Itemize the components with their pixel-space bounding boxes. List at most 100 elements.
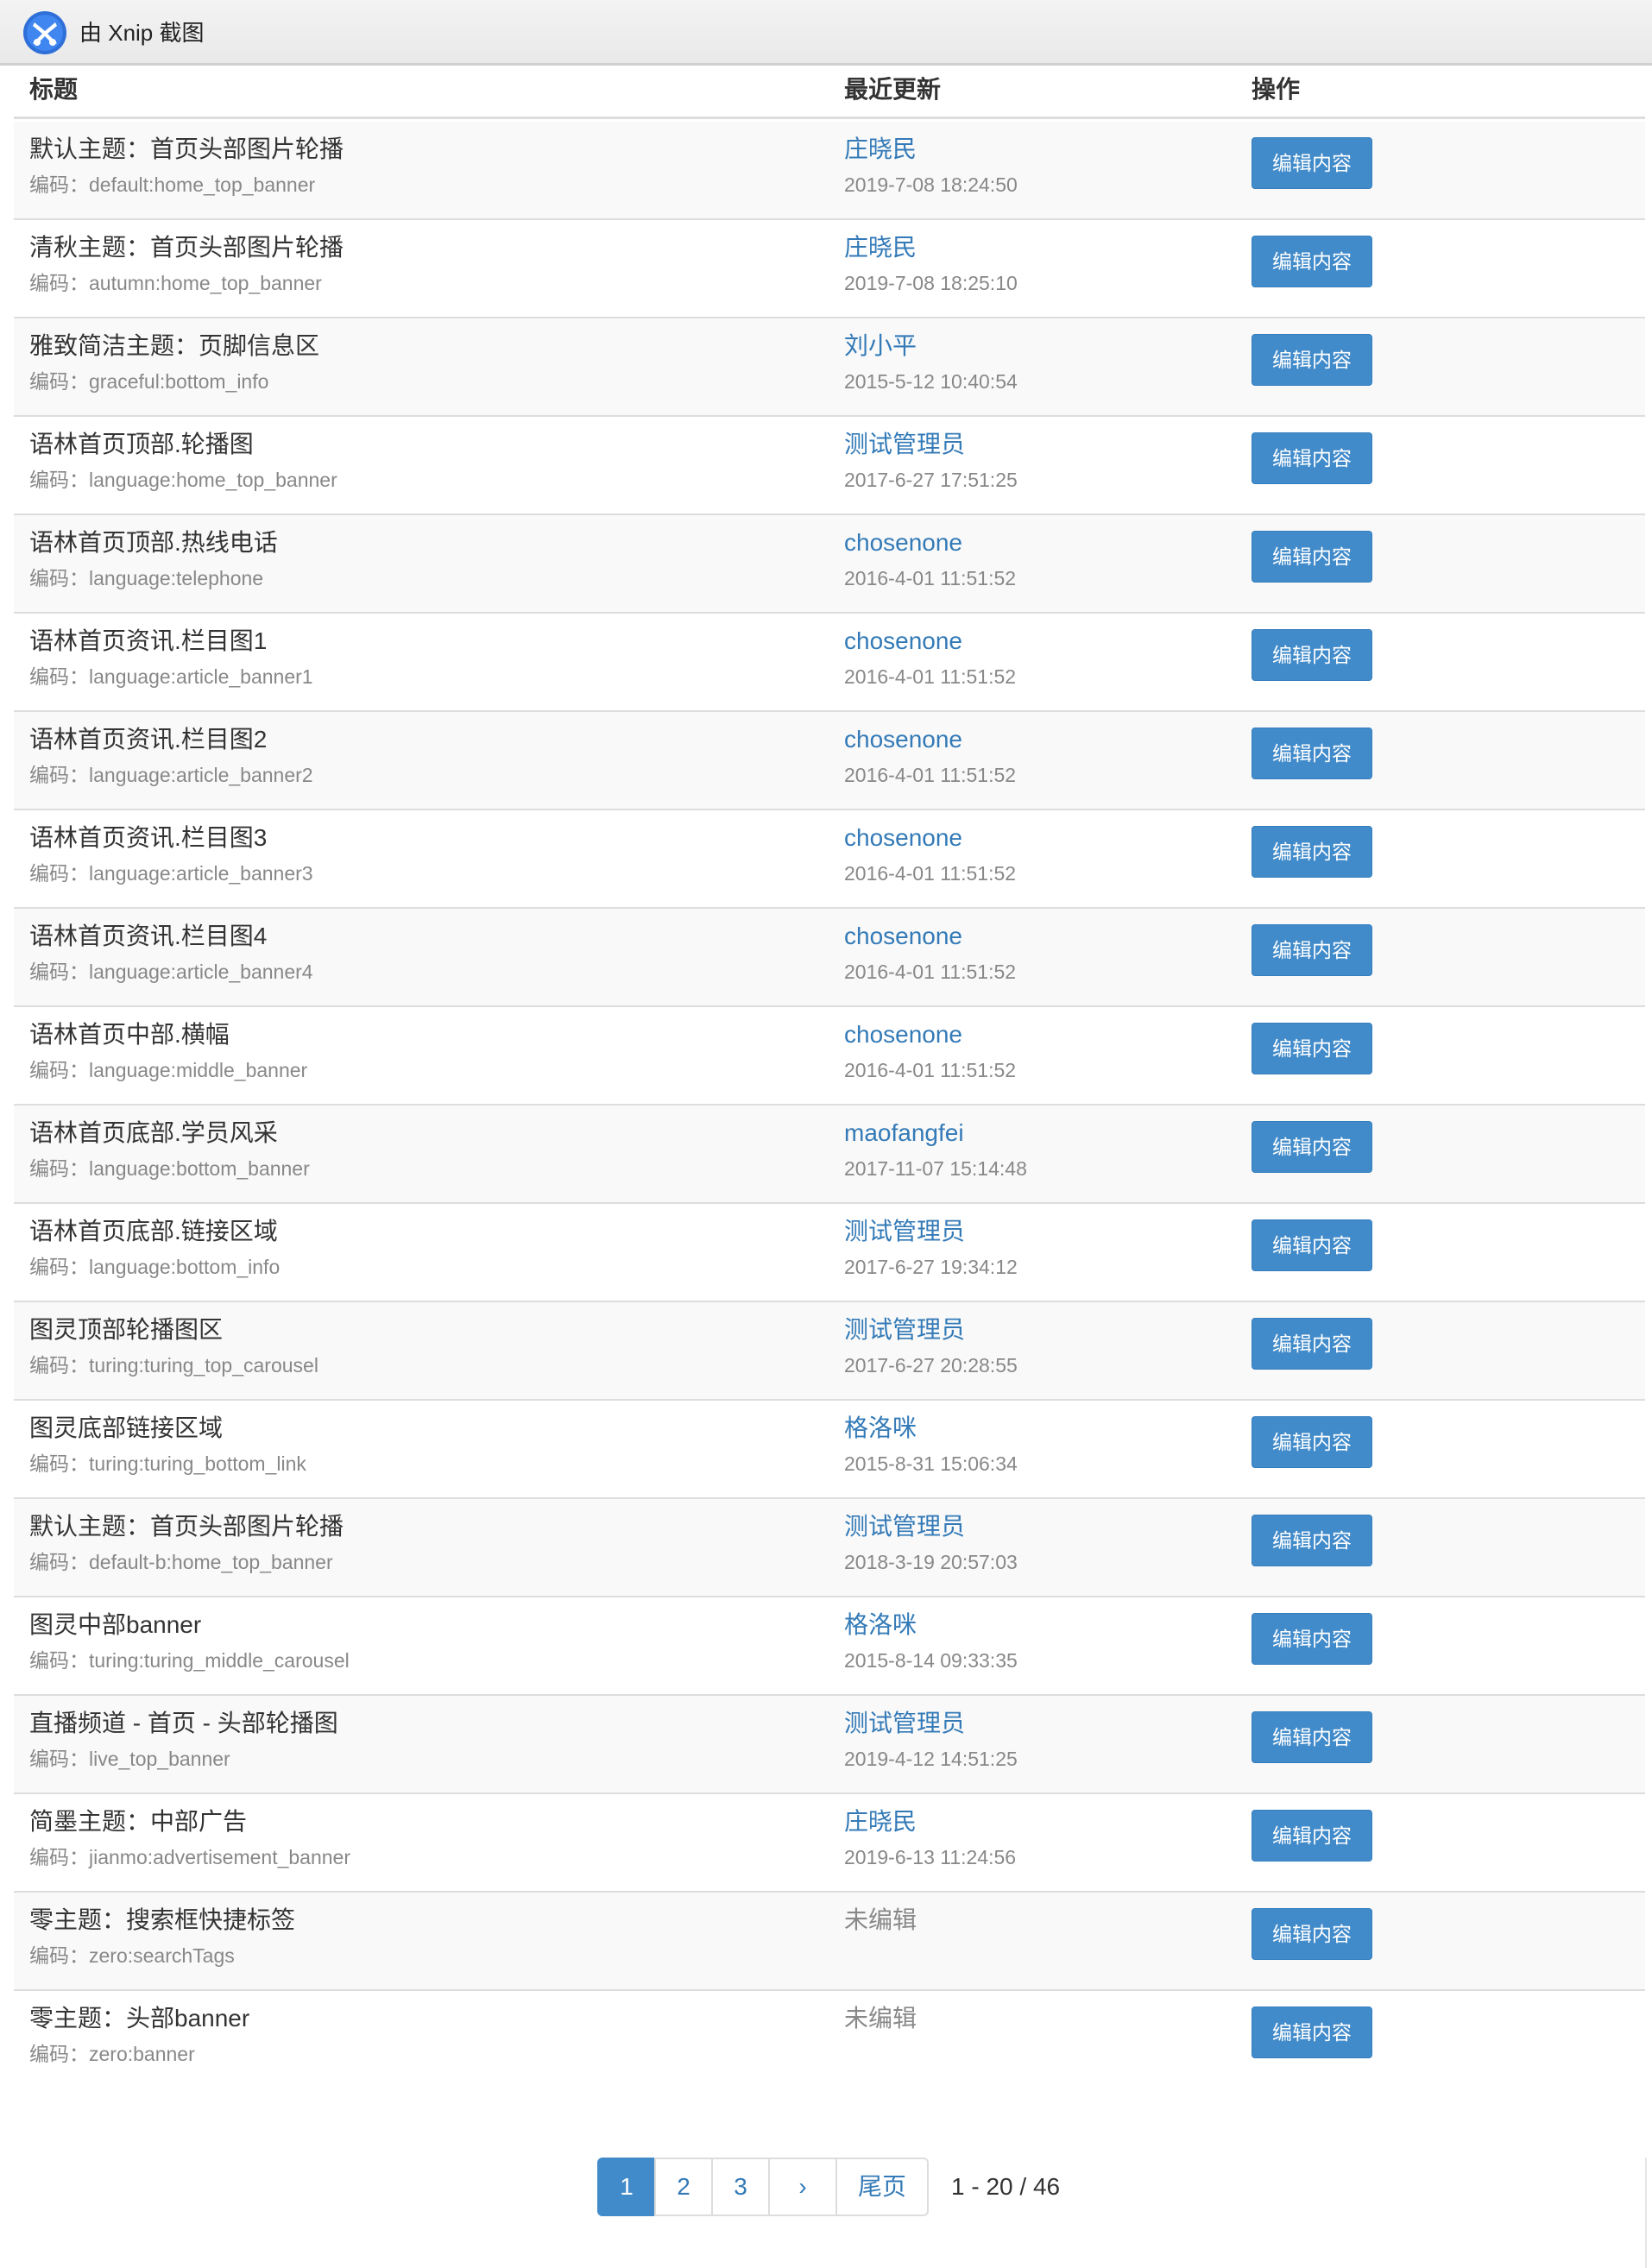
edit-content-button[interactable]: 编辑内容	[1252, 137, 1372, 189]
row-code-value: language:bottom_info	[89, 1256, 281, 1278]
column-header-updated: 最近更新	[844, 76, 942, 103]
table-row: 雅致简洁主题：页脚信息区 编码：graceful:bottom_info 刘小平 20…	[14, 318, 1645, 417]
row-user-link[interactable]: chosenone	[844, 822, 962, 854]
row-code: 编码：language:telephone	[29, 565, 263, 591]
row-updated-time: 2016-4-01 11:51:52	[844, 567, 1017, 589]
table-row: 清秋主题：首页头部图片轮播 编码：autumn:home_top_banner 庄晓…	[14, 220, 1645, 318]
row-code: 编码：language:article_banner2	[29, 762, 313, 788]
content-table: 默认主题：首页头部图片轮播 编码：default:home_top_banner 庄…	[14, 122, 1645, 2089]
row-code-value: language:article_banner4	[89, 961, 313, 983]
row-title: 语林首页资讯.栏目图4	[29, 923, 268, 949]
row-user-link[interactable]: chosenone	[844, 527, 962, 558]
row-code-prefix: 编码：	[29, 272, 89, 294]
row-updated-time: 2019-7-08 18:24:50	[844, 173, 1018, 196]
row-user-link[interactable]: 刘小平	[844, 331, 917, 362]
next-page-button[interactable]: ›	[768, 2158, 837, 2216]
table-row: 语林首页资讯.栏目图2 编码：language:article_banner2 ch…	[14, 712, 1645, 810]
row-code-value: language:article_banner3	[89, 862, 313, 885]
edit-content-button[interactable]: 编辑内容	[1252, 1515, 1372, 1566]
edit-content-button[interactable]: 编辑内容	[1252, 629, 1372, 681]
row-updated-time: 2016-4-01 11:51:52	[844, 961, 1017, 983]
row-code-prefix: 编码：	[29, 961, 89, 983]
row-user-link[interactable]: 庄晓民	[844, 134, 917, 165]
edit-content-button[interactable]: 编辑内容	[1252, 2007, 1372, 2058]
edit-content-button[interactable]: 编辑内容	[1252, 1416, 1372, 1468]
row-updated-time: 2015-8-14 09:33:35	[844, 1649, 1018, 1672]
page-button-3[interactable]: 3	[711, 2158, 770, 2216]
table-row: 零主题：搜索框快捷标签 编码：zero:searchTags 未编辑 编辑内容	[14, 1893, 1645, 1991]
row-code-value: language:middle_banner	[89, 1059, 308, 1081]
row-code: 编码：default:home_top_banner	[29, 172, 315, 198]
row-title: 语林首页底部.链接区域	[29, 1218, 278, 1244]
edit-content-button[interactable]: 编辑内容	[1252, 1219, 1372, 1271]
row-code-prefix: 编码：	[29, 2043, 89, 2065]
table-row: 直播频道 - 首页 - 头部轮播图 编码：live_top_banner 测试管理员…	[14, 1696, 1645, 1794]
row-code: 编码：graceful:bottom_info	[29, 369, 268, 394]
row-user-link[interactable]: chosenone	[844, 626, 962, 657]
row-code-prefix: 编码：	[29, 1256, 89, 1278]
row-code-prefix: 编码：	[29, 567, 89, 589]
edit-content-button[interactable]: 编辑内容	[1252, 924, 1372, 976]
row-user-link[interactable]: 庄晓民	[844, 1806, 917, 1837]
page-button-2[interactable]: 2	[654, 2158, 713, 2216]
row-user-link[interactable]: 测试管理员	[844, 1708, 965, 1739]
page-button-1[interactable]: 1	[597, 2158, 656, 2216]
edit-content-button[interactable]: 编辑内容	[1252, 1023, 1372, 1074]
row-updated-time: 2016-4-01 11:51:52	[844, 665, 1017, 688]
row-user-link[interactable]: chosenone	[844, 1019, 962, 1050]
row-user-link[interactable]: 测试管理员	[844, 1216, 965, 1247]
row-code: 编码：language:bottom_info	[29, 1254, 280, 1280]
row-user-link[interactable]: 格洛咪	[844, 1413, 917, 1444]
edit-content-button[interactable]: 编辑内容	[1252, 826, 1372, 878]
row-title: 简墨主题：中部广告	[29, 1808, 248, 1835]
row-user-link[interactable]: maofangfei	[844, 1118, 964, 1149]
row-user-link[interactable]: chosenone	[844, 724, 962, 755]
edit-content-button[interactable]: 编辑内容	[1252, 1121, 1372, 1173]
table-row: 语林首页资讯.栏目图1 编码：language:article_banner1 ch…	[14, 614, 1645, 712]
row-title: 图灵底部链接区域	[29, 1414, 224, 1441]
row-code: 编码：language:article_banner1	[29, 664, 313, 690]
row-user-link[interactable]: 测试管理员	[844, 1314, 965, 1345]
row-user-link[interactable]: 庄晓民	[844, 232, 917, 263]
row-code: 编码：turing:turing_middle_carousel	[29, 1647, 350, 1673]
row-title: 默认主题：首页头部图片轮播	[29, 135, 344, 162]
row-title: 零主题：头部banner	[29, 2005, 250, 2032]
row-user-link[interactable]: chosenone	[844, 921, 962, 952]
edit-content-button[interactable]: 编辑内容	[1252, 1711, 1372, 1763]
edit-content-button[interactable]: 编辑内容	[1252, 1908, 1372, 1960]
row-code-prefix: 编码：	[29, 665, 89, 688]
row-code: 编码：default-b:home_top_banner	[29, 1549, 333, 1575]
last-page-button[interactable]: 尾页	[835, 2158, 929, 2216]
edit-content-button[interactable]: 编辑内容	[1252, 432, 1372, 484]
edit-content-button[interactable]: 编辑内容	[1252, 236, 1372, 287]
row-code-value: default:home_top_banner	[89, 173, 316, 196]
row-title: 语林首页资讯.栏目图1	[29, 627, 268, 654]
row-code-prefix: 编码：	[29, 1551, 89, 1573]
edit-content-button[interactable]: 编辑内容	[1252, 1318, 1372, 1370]
table-row: 默认主题：首页头部图片轮播 编码：default-b:home_top_banne…	[14, 1499, 1645, 1597]
window-title: 由 Xnip 截图	[79, 20, 205, 46]
row-code-prefix: 编码：	[29, 1157, 89, 1180]
row-user-link[interactable]: 测试管理员	[844, 429, 965, 460]
table-row: 简墨主题：中部广告 编码：jianmo:advertisement_banner 庄…	[14, 1794, 1645, 1893]
edit-content-button[interactable]: 编辑内容	[1252, 334, 1372, 386]
edit-content-button[interactable]: 编辑内容	[1252, 728, 1372, 779]
table-row: 默认主题：首页头部图片轮播 编码：default:home_top_banner 庄…	[14, 122, 1645, 220]
column-header-operations: 操作	[1252, 76, 1301, 103]
row-title: 默认主题：首页头部图片轮播	[29, 1513, 344, 1540]
edit-content-button[interactable]: 编辑内容	[1252, 1613, 1372, 1665]
row-code: 编码：zero:banner	[29, 2041, 195, 2067]
row-code-value: zero:searchTags	[89, 1944, 235, 1967]
row-code-prefix: 编码：	[29, 1944, 89, 1967]
row-code-prefix: 编码：	[29, 1748, 89, 1770]
table-row: 语林首页顶部.热线电话 编码：language:telephone chosenon…	[14, 515, 1645, 614]
edit-content-button[interactable]: 编辑内容	[1252, 1810, 1372, 1862]
table-row: 图灵底部链接区域 编码：turing:turing_bottom_link 格洛咪 2…	[14, 1401, 1645, 1499]
row-title: 语林首页顶部.热线电话	[29, 529, 278, 556]
table-row: 图灵中部banner 编码：turing:turing_middle_carous…	[14, 1597, 1645, 1696]
row-user-link[interactable]: 格洛咪	[844, 1610, 917, 1641]
row-title: 直播频道 - 首页 - 头部轮播图	[29, 1710, 338, 1736]
page-summary: 1 - 20 / 46	[951, 2173, 1061, 2200]
edit-content-button[interactable]: 编辑内容	[1252, 531, 1372, 583]
row-user-link[interactable]: 测试管理员	[844, 1511, 965, 1542]
